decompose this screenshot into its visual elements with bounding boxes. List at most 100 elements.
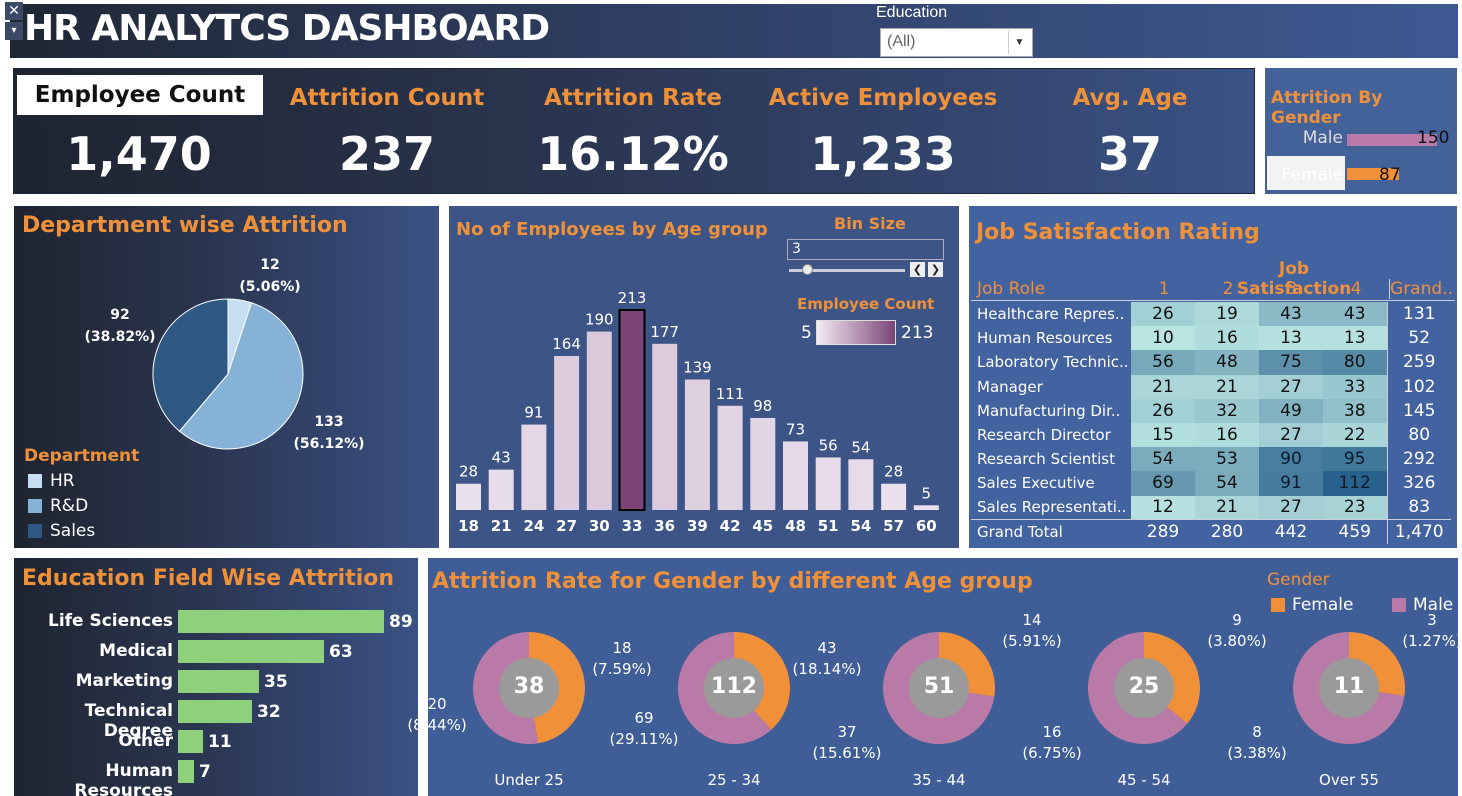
job-role-cell: Sales Representati.. (977, 498, 1127, 517)
donut-row: 38 18 (7.59%) 20 (8.44%) Under 25 112 43 (18.14%… (407, 558, 1461, 796)
x-tick-label: 27 (556, 517, 577, 535)
histogram-bar[interactable] (586, 331, 612, 510)
heatmap-cell[interactable]: 27 (1259, 374, 1323, 399)
legend-label-sales[interactable]: Sales (50, 521, 95, 541)
histogram-bar[interactable] (521, 424, 547, 510)
panel-title: No of Employees by Age group (456, 219, 768, 240)
heatmap-cell[interactable]: 90 (1259, 447, 1323, 472)
histogram-bar[interactable] (881, 483, 907, 510)
heatmap-cell[interactable]: 69 (1131, 471, 1195, 496)
bar[interactable] (178, 670, 259, 693)
male-pct: (8.44%) (407, 716, 467, 734)
histogram-bar[interactable] (618, 309, 646, 511)
heatmap-cell[interactable]: 22 (1323, 422, 1387, 448)
heatmap-cell[interactable]: 19 (1195, 302, 1259, 327)
dropdown-arrow-icon[interactable]: ▼ (1008, 31, 1030, 54)
x-tick-label: 48 (785, 517, 806, 535)
table-row[interactable]: Research Director 15 16 27 22 80 (971, 422, 1451, 448)
close-icon[interactable]: ✕ (5, 2, 23, 20)
bar[interactable] (178, 760, 194, 783)
heatmap-cell[interactable]: 91 (1259, 471, 1323, 496)
histogram-bar[interactable] (913, 505, 939, 510)
bar[interactable] (178, 610, 384, 633)
heatmap-cell[interactable]: 80 (1323, 350, 1387, 375)
chevron-down-icon[interactable]: ▾ (5, 22, 23, 40)
heatmap-cell[interactable]: 21 (1195, 374, 1259, 399)
heatmap-cell[interactable]: 13 (1259, 326, 1323, 351)
histogram-bar[interactable] (783, 441, 808, 510)
table-row[interactable]: Manufacturing Dir.. 26 32 49 38 145 (971, 398, 1451, 423)
panel-title: Job Satisfaction Rating (976, 220, 1260, 245)
bar-value-label: 28 (884, 463, 903, 481)
age-histogram[interactable]: 28 18 43 21 91 24 164 27 190 30 213 33 177 36 139 39 111… (449, 256, 944, 546)
heatmap-cell[interactable]: 16 (1195, 422, 1259, 448)
bar-label: Other (118, 731, 173, 751)
bar-value-label: 98 (753, 397, 772, 415)
bar[interactable] (178, 640, 324, 663)
histogram-bar[interactable] (815, 457, 841, 510)
histogram-bar[interactable] (554, 356, 580, 510)
table-row[interactable]: Healthcare Repres.. 26 19 43 43 131 (971, 302, 1451, 327)
job-role-cell: Manufacturing Dir.. (977, 401, 1121, 420)
kpi-attrition-count: Attrition Count 237 (264, 69, 510, 195)
heatmap-cell[interactable]: 43 (1323, 302, 1387, 327)
department-pie-chart[interactable] (152, 298, 304, 450)
bar[interactable] (178, 730, 203, 753)
histogram-bar[interactable] (488, 469, 514, 510)
heatmap-cell[interactable]: 26 (1131, 398, 1195, 423)
job-role-cell: Research Director (977, 426, 1111, 445)
histogram-bar[interactable] (684, 379, 710, 510)
heatmap-cell[interactable]: 16 (1195, 326, 1259, 351)
heatmap-cell[interactable]: 23 (1323, 495, 1387, 520)
female-count: 3 (1427, 611, 1437, 629)
heatmap-cell[interactable]: 15 (1131, 422, 1195, 448)
female-pct: (1.27%) (1402, 632, 1462, 650)
table-row[interactable]: Sales Executive 69 54 91 112 326 (971, 471, 1451, 496)
table-row[interactable]: Sales Representati.. 12 21 27 23 83 (971, 495, 1451, 520)
heatmap-cell[interactable]: 54 (1131, 447, 1195, 472)
heatmap-cell[interactable]: 48 (1195, 350, 1259, 375)
heatmap-cell[interactable]: 13 (1323, 326, 1387, 351)
table-row[interactable]: Human Resources 10 16 13 13 52 (971, 326, 1451, 351)
heatmap-cell[interactable]: 53 (1195, 447, 1259, 472)
heatmap-cell[interactable]: 32 (1195, 398, 1259, 423)
heatmap-cell[interactable]: 112 (1323, 471, 1387, 496)
heatmap-cell[interactable]: 21 (1195, 495, 1259, 520)
histogram-bar[interactable] (848, 459, 874, 510)
donut-total: 112 (711, 674, 757, 699)
heatmap-cell[interactable]: 12 (1131, 495, 1195, 520)
bar[interactable] (178, 700, 252, 723)
heatmap-cell[interactable]: 75 (1259, 350, 1323, 375)
heatmap-cell[interactable]: 43 (1259, 302, 1323, 327)
education-filter-dropdown[interactable]: (All) ▼ (880, 28, 1033, 57)
heatmap-cell[interactable]: 49 (1259, 398, 1323, 423)
histogram-bar[interactable] (750, 417, 776, 510)
heatmap-cell[interactable]: 95 (1323, 447, 1387, 472)
table-row[interactable]: Laboratory Technic.. 56 48 75 80 259 (971, 350, 1451, 375)
legend-label-rd[interactable]: R&D (50, 496, 88, 516)
heatmap-cell[interactable]: 56 (1131, 350, 1195, 375)
gender-label-female[interactable]: Female (1265, 165, 1343, 185)
table-row[interactable]: Manager 21 21 27 33 102 (971, 374, 1451, 399)
heatmap-cell[interactable]: 10 (1131, 326, 1195, 351)
heatmap-cell[interactable]: 33 (1323, 374, 1387, 399)
male-pct: (6.75%) (1022, 744, 1082, 762)
bar-value-label: 139 (683, 358, 712, 376)
histogram-bar[interactable] (652, 343, 678, 510)
histogram-bar[interactable] (456, 483, 481, 510)
histogram-bar[interactable] (717, 405, 743, 510)
attrition-by-gender-panel: Attrition By Gender Male Female 150 87 (1265, 68, 1457, 194)
gender-label-male[interactable]: Male (1265, 128, 1343, 148)
heatmap-cell[interactable]: 26 (1131, 302, 1195, 327)
donut-label-female: 14 (5.91%) (997, 610, 1067, 652)
slice-count: 12 (260, 257, 280, 273)
heatmap-cell[interactable]: 54 (1195, 471, 1259, 496)
heatmap-cell[interactable]: 27 (1259, 495, 1323, 520)
heatmap-cell[interactable]: 38 (1323, 398, 1387, 423)
legend-label-hr[interactable]: HR (50, 471, 75, 491)
row-total-cell: 145 (1386, 398, 1451, 423)
bar-value: 32 (257, 702, 281, 722)
table-row[interactable]: Research Scientist 54 53 90 95 292 (971, 447, 1451, 472)
heatmap-cell[interactable]: 27 (1259, 422, 1323, 448)
heatmap-cell[interactable]: 21 (1131, 374, 1195, 399)
